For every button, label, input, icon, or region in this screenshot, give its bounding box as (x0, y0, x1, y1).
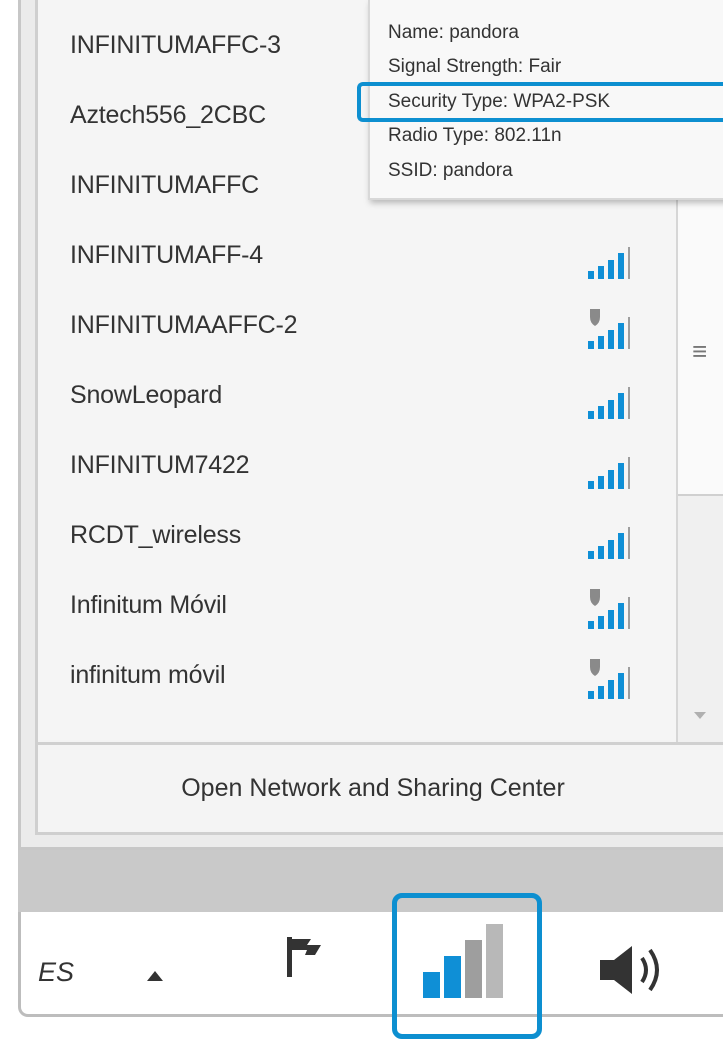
show-hidden-icons-arrow-icon[interactable] (147, 971, 163, 981)
wifi-signal-icon (588, 659, 630, 699)
wifi-signal-icon (588, 457, 630, 489)
network-item[interactable]: infinitum móvil (70, 651, 660, 701)
network-name: INFINITUMAFFC-3 (70, 31, 281, 59)
wifi-signal-icon (588, 527, 630, 559)
action-center-flag-icon[interactable] (285, 935, 323, 979)
speaker-volume-icon[interactable] (598, 944, 668, 996)
tooltip-signal: Signal Strength: Fair (388, 56, 562, 77)
network-name: Aztech556_2CBC (70, 101, 266, 129)
scroll-thumb[interactable]: ≡ (678, 196, 723, 496)
network-name: Infinitum Móvil (70, 591, 227, 619)
network-name: RCDT_wireless (70, 521, 242, 549)
network-item[interactable]: RCDT_wireless (70, 511, 660, 561)
open-network-sharing-center-link[interactable]: Open Network and Sharing Center (38, 742, 723, 828)
network-item[interactable]: INFINITUM7422 (70, 441, 660, 491)
network-signal-tray-icon[interactable] (421, 920, 503, 998)
tooltip-name: Name: pandora (388, 22, 519, 43)
network-name: SnowLeopard (70, 381, 223, 409)
scroll-down-arrow-icon[interactable] (694, 712, 706, 719)
language-indicator[interactable]: ES (38, 957, 74, 988)
wifi-signal-icon (588, 387, 630, 419)
shield-icon (590, 659, 600, 676)
network-item[interactable]: SnowLeopard (70, 371, 660, 421)
security-type-highlight (357, 82, 723, 122)
grip-icon: ≡ (692, 336, 708, 366)
flyout-separator (18, 850, 723, 912)
wifi-signal-icon (588, 247, 630, 279)
wifi-signal-icon (588, 309, 630, 349)
tooltip-ssid: SSID: pandora (388, 160, 513, 181)
network-name: INFINITUM7422 (70, 451, 250, 479)
network-name: infinitum móvil (70, 661, 226, 689)
network-item[interactable]: Infinitum Móvil (70, 581, 660, 631)
network-name: INFINITUMAFF-4 (70, 241, 264, 269)
shield-icon (590, 309, 600, 326)
network-item[interactable]: INFINITUMAAFFC-2 (70, 301, 660, 351)
network-item[interactable]: INFINITUMAFF-4 (70, 231, 660, 281)
network-name: INFINITUMAFFC (70, 171, 260, 199)
network-name: INFINITUMAAFFC-2 (70, 311, 298, 339)
shield-icon (590, 589, 600, 606)
tooltip-radio: Radio Type: 802.11n (388, 125, 562, 146)
wifi-signal-icon (588, 589, 630, 629)
